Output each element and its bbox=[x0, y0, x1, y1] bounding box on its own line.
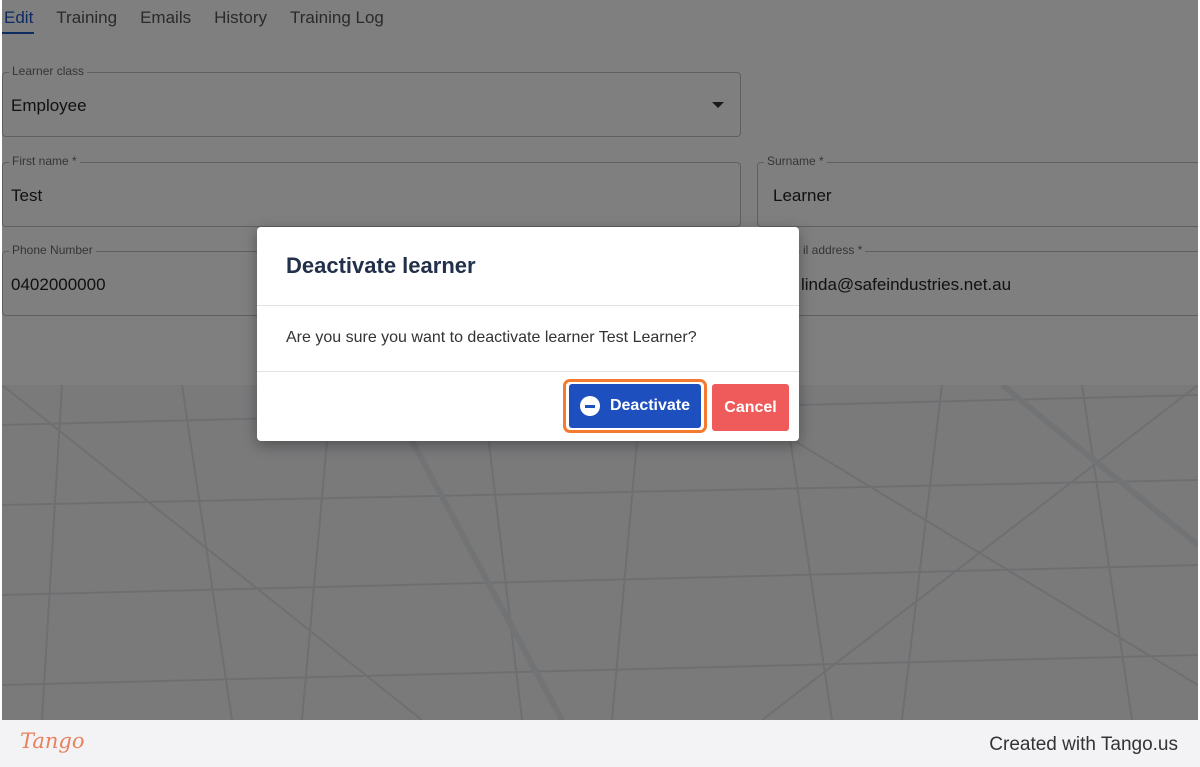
cancel-button[interactable]: Cancel bbox=[712, 384, 789, 431]
deactivate-button[interactable]: Deactivate bbox=[569, 384, 701, 428]
dialog-header: Deactivate learner bbox=[257, 227, 799, 306]
created-with-text: Created with Tango.us bbox=[989, 734, 1178, 755]
dialog-message: Are you sure you want to deactivate lear… bbox=[286, 329, 697, 346]
deactivate-button-label: Deactivate bbox=[609, 397, 691, 414]
tango-logo: Tango bbox=[20, 729, 85, 753]
minus-circle-icon bbox=[579, 396, 600, 416]
dialog-body: Are you sure you want to deactivate lear… bbox=[257, 306, 799, 372]
deactivate-dialog: Deactivate learner Are you sure you want… bbox=[257, 227, 799, 441]
dialog-title: Deactivate learner bbox=[286, 253, 476, 278]
